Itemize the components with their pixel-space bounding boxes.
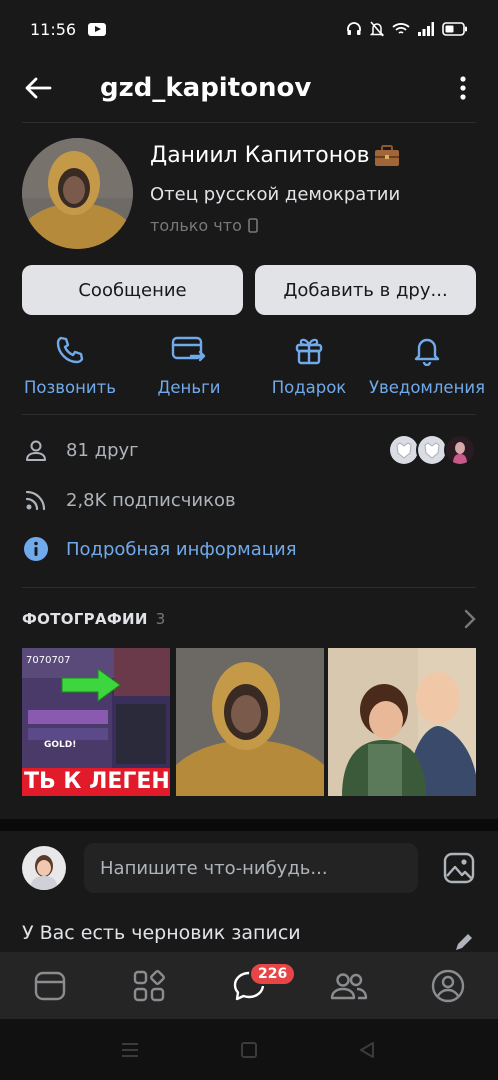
tab-friends[interactable] xyxy=(309,952,389,1019)
battery-icon xyxy=(442,22,467,36)
gift-action-label: Подарок xyxy=(271,378,347,397)
online-status-text: только что xyxy=(150,216,242,235)
back-button[interactable] xyxy=(0,58,76,118)
status-time: 11:56 xyxy=(30,19,77,39)
recents-button[interactable] xyxy=(110,1037,150,1063)
arrow-left-icon xyxy=(25,77,52,99)
add-friend-button[interactable]: Добавить в дру... xyxy=(255,265,476,315)
friends-count: 81 друг xyxy=(66,439,139,461)
info-divider xyxy=(22,587,476,588)
square-icon xyxy=(241,1042,257,1058)
home-button[interactable] xyxy=(229,1037,269,1063)
friends-icon xyxy=(330,972,368,999)
phone-icon xyxy=(56,336,84,364)
friend-avatar xyxy=(444,434,476,466)
draft-notice[interactable]: У Вас есть черновик записи xyxy=(22,922,301,944)
notifications-action-label: Уведомления xyxy=(368,378,485,397)
status-icons xyxy=(346,21,468,37)
followers-row[interactable]: 2,8K подписчиков xyxy=(22,482,476,518)
tab-profile[interactable] xyxy=(408,952,488,1019)
messages-badge: 226 xyxy=(249,962,297,986)
tab-services[interactable] xyxy=(109,952,189,1019)
message-button[interactable]: Сообщение xyxy=(22,265,243,315)
youtube-notification-icon xyxy=(88,22,107,36)
money-action-label: Деньги xyxy=(157,378,221,397)
attach-photo-button[interactable] xyxy=(438,848,480,888)
user-icon xyxy=(26,440,46,461)
friend-avatars[interactable] xyxy=(388,434,476,466)
profile-actions: Позвонить Деньги Подарок Уведомления xyxy=(0,330,498,410)
profile-avatar[interactable] xyxy=(22,138,133,249)
briefcase-icon xyxy=(374,145,399,166)
photos-count: 3 xyxy=(155,610,166,628)
notifications-action[interactable]: Уведомления xyxy=(367,330,487,410)
profile-name: Даниил Капитонов xyxy=(150,143,400,168)
system-nav-bar xyxy=(0,1019,498,1080)
info-icon xyxy=(24,537,48,561)
section-separator xyxy=(0,819,498,831)
bell-icon xyxy=(414,338,440,366)
profile-handle: gzd_kapitonov xyxy=(100,73,312,103)
rss-icon xyxy=(25,490,46,511)
back-nav-button[interactable] xyxy=(347,1037,387,1063)
pencil-icon[interactable] xyxy=(454,934,474,952)
services-icon xyxy=(133,969,165,1001)
followers-count: 2,8K подписчиков xyxy=(66,489,236,511)
message-button-label: Сообщение xyxy=(78,279,187,301)
chevron-right-icon xyxy=(464,609,476,629)
friends-row[interactable]: 81 друг xyxy=(22,432,476,468)
photos-title: ФОТОГРАФИИ xyxy=(22,610,148,628)
photo-thumbnail[interactable]: ТЬ К ЛЕГЕН 7070707 GOLD! xyxy=(22,648,170,796)
header-divider xyxy=(22,122,476,123)
profile-icon xyxy=(431,969,465,1002)
tab-messages[interactable]: 226 xyxy=(209,952,297,1019)
more-options-button[interactable] xyxy=(448,72,478,104)
gift-icon xyxy=(295,338,323,365)
online-status: только что xyxy=(150,216,258,235)
photos-header[interactable]: ФОТОГРАФИИ 3 xyxy=(22,607,476,631)
call-action[interactable]: Позвонить xyxy=(10,330,130,410)
menu-lines-icon xyxy=(122,1043,138,1057)
photo-thumbnail[interactable] xyxy=(328,648,476,796)
mobile-phone-icon xyxy=(248,218,258,233)
wifi-icon xyxy=(392,23,410,34)
details-row[interactable]: Подробная информация xyxy=(22,531,476,567)
actions-divider xyxy=(22,414,476,415)
money-action[interactable]: Деньги xyxy=(129,330,249,410)
triangle-back-icon xyxy=(360,1042,374,1058)
details-link[interactable]: Подробная информация xyxy=(66,539,297,560)
profile-status: Отец русской демократии xyxy=(150,184,401,205)
money-transfer-icon xyxy=(171,336,206,362)
post-composer-input[interactable]: Напишите что-нибудь... xyxy=(84,843,418,893)
photo-gold-text: GOLD! xyxy=(44,740,77,750)
feed-icon xyxy=(34,971,66,1000)
tab-feed[interactable] xyxy=(10,952,90,1019)
signal-icon xyxy=(418,22,434,36)
profile-name-text: Даниил Капитонов xyxy=(150,143,370,168)
gift-action[interactable]: Подарок xyxy=(249,330,369,410)
top-bar: gzd_kapitonov xyxy=(0,58,498,118)
more-vertical-icon xyxy=(460,76,466,100)
add-friend-button-label: Добавить в дру... xyxy=(283,279,448,301)
post-composer-placeholder: Напишите что-нибудь... xyxy=(100,857,328,879)
image-icon xyxy=(443,852,475,884)
photo-thumbnail[interactable] xyxy=(176,648,324,796)
call-action-label: Позвонить xyxy=(24,378,116,397)
photo-top-text: 7070707 xyxy=(26,655,71,666)
bottom-tab-bar: 226 xyxy=(0,952,498,1019)
user-avatar xyxy=(22,846,66,890)
mute-bell-icon xyxy=(370,21,384,37)
photo-banner-text: ТЬ К ЛЕГЕН xyxy=(24,769,170,794)
status-bar: 11:56 xyxy=(0,0,498,58)
headset-icon xyxy=(347,22,361,35)
